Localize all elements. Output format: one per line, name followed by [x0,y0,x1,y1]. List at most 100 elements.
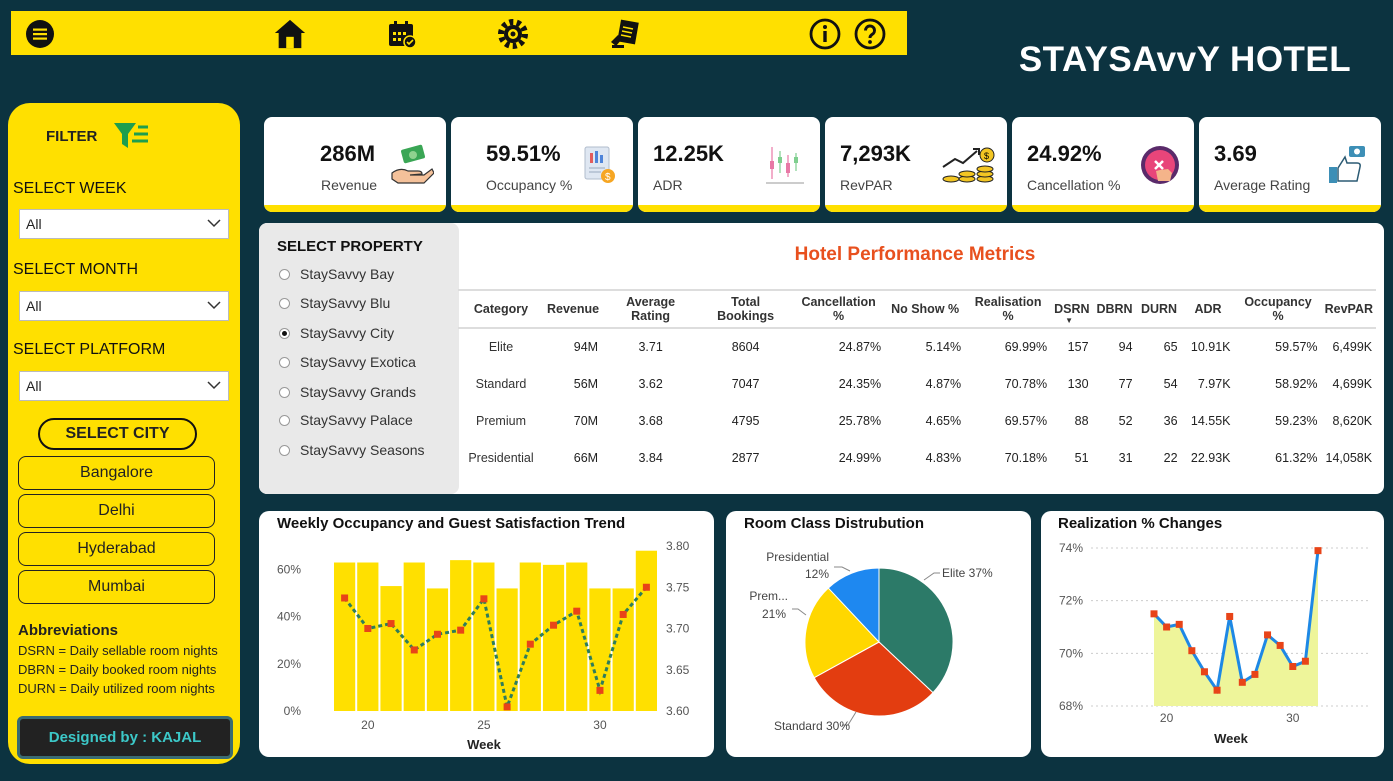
table-cell: 130 [1067,376,1089,391]
radio-button-selected[interactable] [279,327,290,339]
column-header-sorted[interactable]: DSRN ▼ [1051,289,1093,329]
column-header[interactable]: Category [458,289,544,329]
property-selector: SELECT PROPERTY StaySavvy Bay StaySavvy … [259,223,459,494]
week-select[interactable]: All [19,209,229,239]
menu-icon[interactable] [23,17,57,51]
table-row[interactable]: Presidential 66M 3.84 2877 24.99% 4.83% 70.18%… [458,439,1376,476]
property-option[interactable]: StaySavvy City [279,325,394,341]
property-option[interactable]: StaySavvy Palace [279,412,413,428]
table-cell: 54 [1163,376,1178,391]
table-cell: 24.35% [838,376,882,391]
platform-select[interactable]: All [19,371,229,401]
column-header-label: DSRN [1054,302,1090,316]
occupancy-bar [403,562,425,711]
table-row[interactable]: Standard 56M 3.62 7047 24.35% 4.87% 70.78% 130 7… [458,365,1376,402]
chevron-down-icon [206,297,222,316]
table-cell: 59.23% [1275,413,1318,428]
table-title: Hotel Performance Metrics [794,244,1036,265]
table-cell: 8604 [731,340,760,354]
radio-button[interactable] [279,356,290,368]
designer-credit: Designed by : KAJAL [17,716,233,759]
column-header[interactable]: Total Bookings [699,289,793,329]
realization-point [1264,631,1272,639]
column-header[interactable]: RevPAR [1321,289,1377,329]
column-header[interactable]: Revenue [544,289,603,329]
property-option[interactable]: StaySavvy Blu [279,295,390,311]
table-cell: 77 [1118,376,1133,391]
property-option[interactable]: StaySavvy Bay [279,266,394,282]
y-left-tick-label: 0% [284,704,302,718]
property-option[interactable]: StaySavvy Seasons [279,442,425,458]
select-city-header[interactable]: SELECT CITY [38,418,197,450]
realization-point [1289,663,1297,670]
occupancy-bar [426,588,449,711]
kpi-value: 24.92% [1027,141,1102,166]
table-cell: 4.65% [925,413,962,428]
radio-button[interactable] [279,268,290,280]
column-header[interactable]: Average Rating [602,289,700,329]
platform-filter-label: SELECT PLATFORM [13,341,166,358]
radio-button[interactable] [279,444,290,456]
table-header-row: Category Revenue Average Rating Total Bo… [458,289,1377,329]
column-header[interactable]: Cancellation % [792,289,886,329]
table-cell: 3.71 [638,340,663,354]
realization-point [1188,647,1196,655]
pie-label-presidential-percent: 12% [805,567,829,581]
column-header[interactable]: ADR [1181,289,1235,329]
table-cell: 66M [573,450,599,465]
filter-icon[interactable] [112,121,150,156]
table-cell: 69.57% [1004,413,1048,428]
realization-point [1150,610,1158,618]
x-axis-label: Week [1214,731,1248,746]
svg-text:$: $ [605,172,611,183]
column-header[interactable]: Occupancy % [1234,289,1322,329]
column-header[interactable]: Realisation % [965,289,1052,329]
chevron-down-icon [206,377,222,396]
leader-line [792,608,807,616]
satisfaction-point [364,625,372,632]
help-icon[interactable] [853,17,887,51]
occupancy-bar [450,560,472,711]
property-option-label: StaySavvy City [300,325,395,341]
radio-button[interactable] [279,297,290,309]
column-header[interactable]: No Show % [885,289,966,329]
pie-label-premium-percent: 21% [762,607,786,621]
settings-icon[interactable] [496,17,530,51]
report-icon[interactable] [607,17,641,51]
table-cell: 4,699K [1332,376,1373,391]
table-cell: 4.87% [925,376,962,391]
info-icon[interactable] [808,17,842,51]
radio-button[interactable] [279,414,290,426]
kpi-card-revenue: 286M Revenue [264,117,446,212]
table-cell: 51 [1074,450,1089,465]
top-toolbar [11,11,907,55]
abbreviations-title: Abbreviations [18,622,119,639]
table-cell: 24.87% [838,340,882,354]
thumbs-up-rating-icon [1325,143,1369,187]
city-button-delhi[interactable]: Delhi [18,494,215,528]
y-tick-label: 74% [1059,541,1083,555]
city-button-mumbai[interactable]: Mumbai [18,570,215,604]
column-header[interactable]: DURN [1136,289,1182,329]
city-button-hyderabad[interactable]: Hyderabad [18,532,215,566]
y-right-tick-label: 3.65 [666,663,690,677]
table-cell: 58.92% [1275,376,1318,391]
table-row[interactable]: Elite 94M 3.71 8604 24.87% 5.14% 69.99% 157 94 65… [458,328,1376,365]
property-option-label: StaySavvy Bay [300,266,395,282]
property-option[interactable]: StaySavvy Grands [279,384,416,400]
table-row[interactable]: Premium 70M 3.68 4795 25.78% 4.65% 69.57% 88 52 3… [458,402,1376,439]
calendar-icon[interactable] [385,17,419,51]
table-cell-category: Standard [475,376,527,391]
x-tick-label: 20 [361,718,375,732]
city-button-bangalore[interactable]: Bangalore [18,456,215,490]
column-header[interactable]: DBRN [1092,289,1137,329]
svg-text:$: $ [984,151,989,161]
month-select[interactable]: All [19,291,229,321]
radio-button[interactable] [279,386,290,398]
month-select-value: All [26,298,42,314]
table-cell: 52 [1118,413,1133,428]
property-option[interactable]: StaySavvy Exotica [279,354,416,370]
home-icon[interactable] [273,17,307,51]
kpi-card-adr: 12.25K ADR [638,117,820,212]
growth-coins-icon: $ [941,143,997,187]
